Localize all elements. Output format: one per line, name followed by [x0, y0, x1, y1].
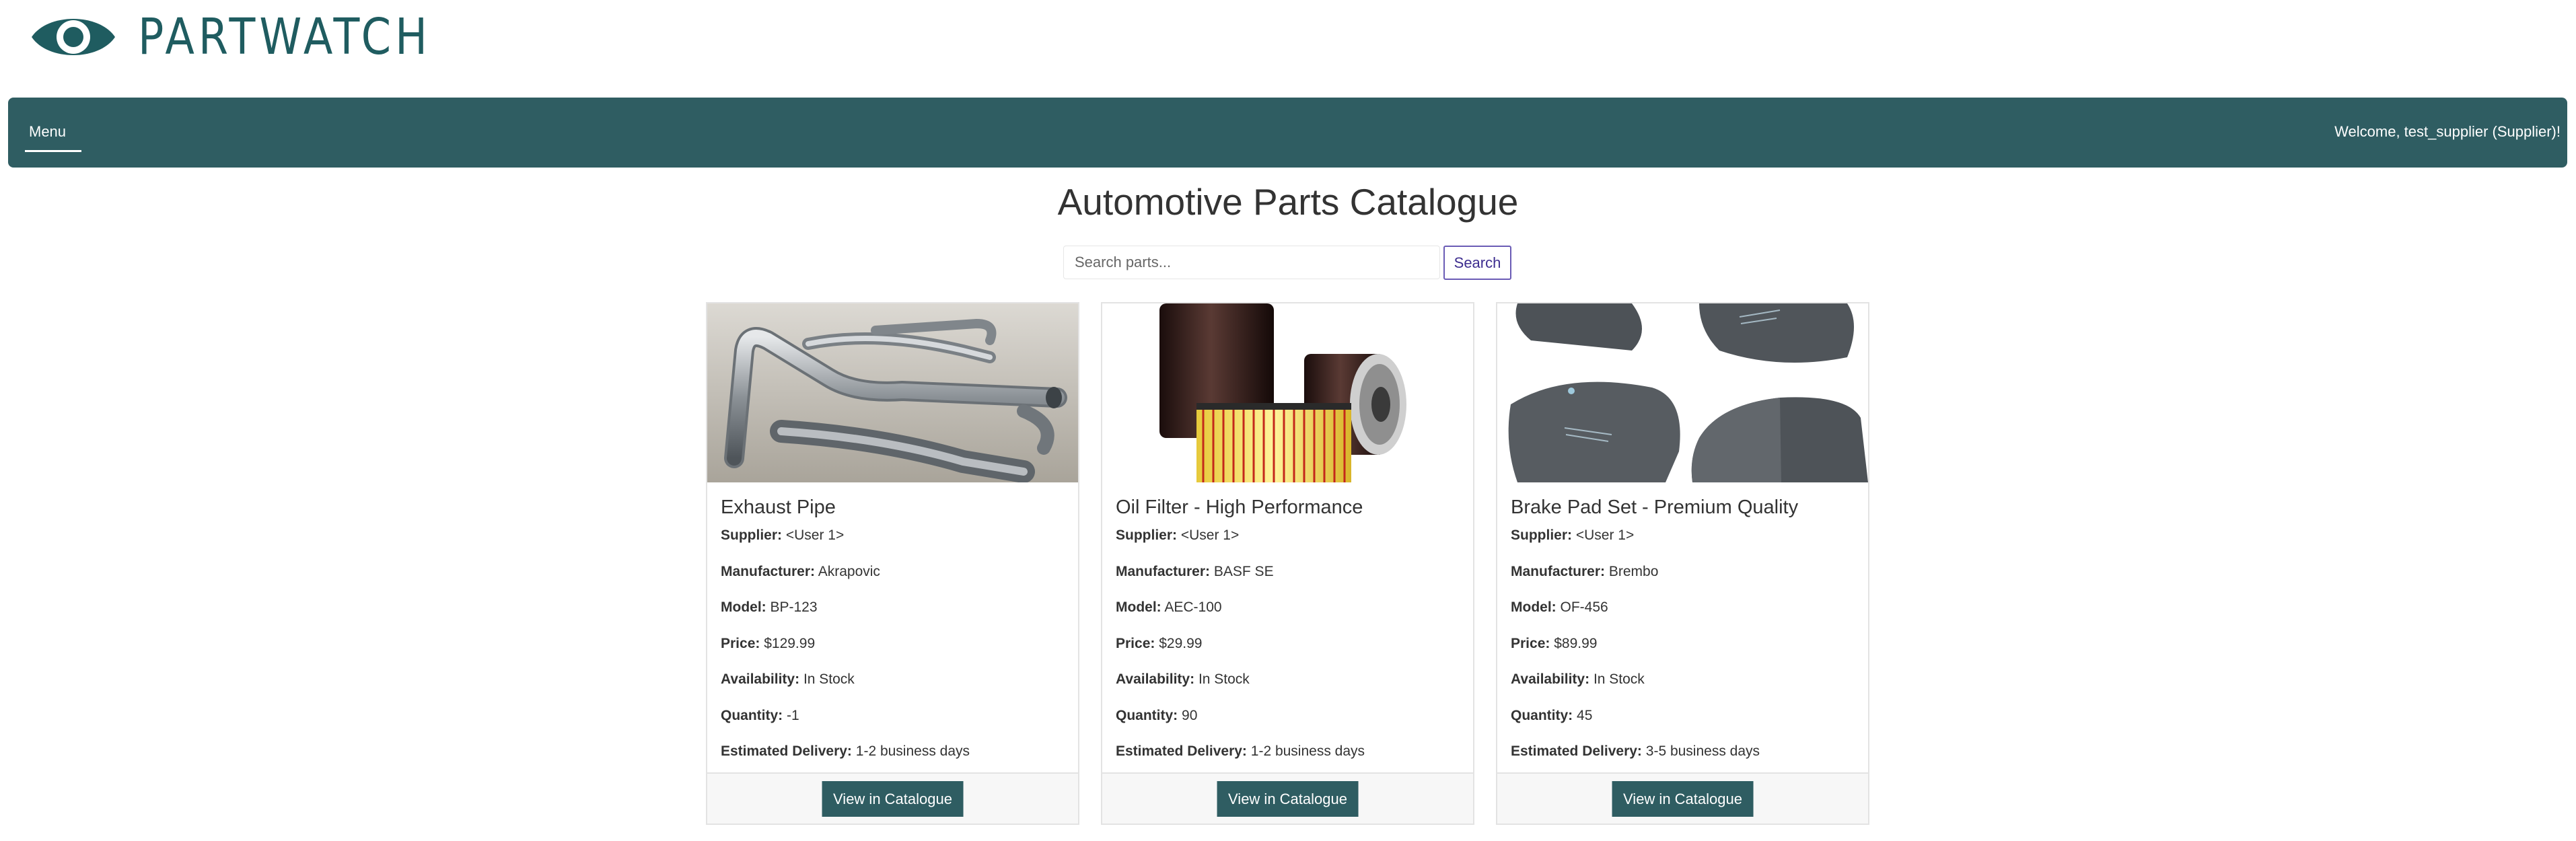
- part-title: Brake Pad Set - Premium Quality: [1511, 497, 1799, 518]
- manufacturer-label: Manufacturer:: [1511, 563, 1606, 579]
- view-in-catalogue-button[interactable]: View in Catalogue: [1612, 781, 1754, 817]
- part-details: Supplier: <User 1> Manufacturer: BASF SE…: [1116, 527, 1365, 780]
- price-label: Price:: [1511, 635, 1550, 651]
- delivery-label: Estimated Delivery:: [721, 743, 852, 759]
- supplier-label: Supplier:: [721, 527, 783, 543]
- delivery-value: 1-2 business days: [1250, 743, 1365, 759]
- manufacturer-value: Brembo: [1608, 563, 1659, 579]
- eye-icon: [32, 19, 115, 55]
- model-value: AEC-100: [1164, 599, 1222, 615]
- delivery-value: 1-2 business days: [855, 743, 970, 759]
- manufacturer-value: BASF SE: [1213, 563, 1274, 579]
- part-card: Oil Filter - High Performance Supplier: …: [1101, 302, 1474, 825]
- model-label: Model:: [1511, 599, 1557, 615]
- price-value: $129.99: [764, 635, 816, 651]
- card-footer: View in Catalogue: [707, 772, 1078, 824]
- quantity-label: Quantity:: [1116, 707, 1178, 723]
- price-value: $89.99: [1554, 635, 1598, 651]
- view-in-catalogue-button[interactable]: View in Catalogue: [1217, 781, 1359, 817]
- menu-active-underline: [25, 150, 81, 152]
- quantity-value: 90: [1182, 707, 1198, 723]
- availability-label: Availability:: [1511, 671, 1590, 687]
- availability-label: Availability:: [1116, 671, 1195, 687]
- part-card: Brake Pad Set - Premium Quality Supplier…: [1496, 302, 1869, 825]
- part-details: Supplier: <User 1> Manufacturer: Akrapov…: [721, 527, 970, 780]
- quantity-value: -1: [787, 707, 799, 723]
- manufacturer-label: Manufacturer:: [1116, 563, 1211, 579]
- price-label: Price:: [721, 635, 760, 651]
- welcome-message: Welcome, test_supplier (Supplier)!: [2334, 123, 2561, 140]
- delivery-label: Estimated Delivery:: [1116, 743, 1247, 759]
- top-navbar: Menu Welcome, test_supplier (Supplier)!: [8, 98, 2567, 168]
- quantity-value: 45: [1577, 707, 1593, 723]
- page-title: Automotive Parts Catalogue: [1057, 181, 1519, 223]
- price-label: Price:: [1116, 635, 1155, 651]
- quantity-label: Quantity:: [721, 707, 783, 723]
- supplier-label: Supplier:: [1116, 527, 1178, 543]
- part-title: Oil Filter - High Performance: [1116, 497, 1363, 518]
- view-in-catalogue-button[interactable]: View in Catalogue: [822, 781, 964, 817]
- exhaust-pipe-image: [707, 303, 1078, 482]
- part-card: Exhaust Pipe Supplier: <User 1> Manufact…: [706, 302, 1079, 825]
- model-label: Model:: [1116, 599, 1161, 615]
- supplier-label: Supplier:: [1511, 527, 1573, 543]
- card-footer: View in Catalogue: [1102, 772, 1473, 824]
- brake-pads-image: [1497, 303, 1868, 482]
- manufacturer-label: Manufacturer:: [721, 563, 816, 579]
- brand-name: PARTWATCH: [138, 8, 431, 66]
- quantity-label: Quantity:: [1511, 707, 1573, 723]
- supplier-value: <User 1>: [1575, 527, 1635, 543]
- supplier-value: <User 1>: [1180, 527, 1240, 543]
- oil-filter-image: [1102, 303, 1473, 482]
- menu-link[interactable]: Menu: [29, 123, 66, 141]
- delivery-value: 3-5 business days: [1645, 743, 1760, 759]
- part-title: Exhaust Pipe: [721, 497, 836, 518]
- availability-value: In Stock: [1198, 671, 1250, 687]
- availability-value: In Stock: [803, 671, 855, 687]
- model-label: Model:: [721, 599, 766, 615]
- delivery-label: Estimated Delivery:: [1511, 743, 1642, 759]
- manufacturer-value: Akrapovic: [818, 563, 880, 579]
- search-input[interactable]: [1063, 246, 1440, 279]
- brand-logo[interactable]: PARTWATCH: [29, 9, 479, 65]
- search-button[interactable]: Search: [1443, 246, 1511, 280]
- model-value: BP-123: [770, 599, 818, 615]
- card-footer: View in Catalogue: [1497, 772, 1868, 824]
- price-value: $29.99: [1159, 635, 1203, 651]
- supplier-value: <User 1>: [785, 527, 845, 543]
- part-details: Supplier: <User 1> Manufacturer: Brembo …: [1511, 527, 1760, 780]
- availability-value: In Stock: [1593, 671, 1645, 687]
- availability-label: Availability:: [721, 671, 800, 687]
- model-value: OF-456: [1560, 599, 1608, 615]
